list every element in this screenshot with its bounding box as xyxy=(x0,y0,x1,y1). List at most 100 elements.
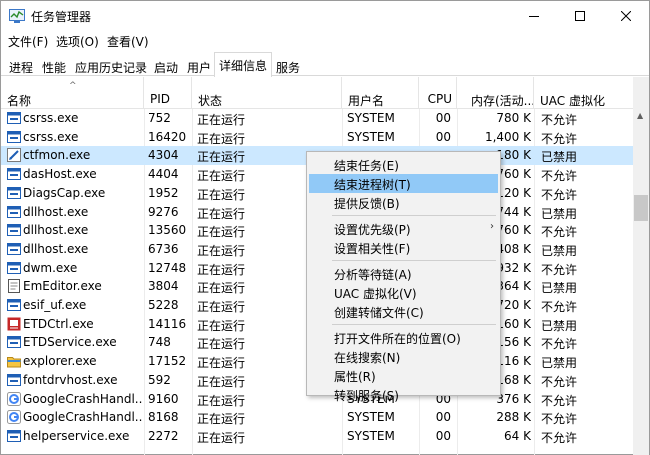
process-pid: 1952 xyxy=(148,185,179,200)
service-icon xyxy=(7,186,21,199)
column-header-name-label: 名称 xyxy=(7,94,32,108)
process-name: esif_uf.exe xyxy=(23,298,87,312)
process-user: SYSTEM xyxy=(347,129,395,144)
tab-processes[interactable]: 进程 xyxy=(4,55,38,76)
column-header-status[interactable]: 状态 xyxy=(192,77,342,109)
process-uac: 不允许 xyxy=(541,131,578,146)
table-header: 名称 ^ PID 状态 用户名 CPU 内存(活动... UAC 虚拟化 xyxy=(1,77,633,109)
process-pid: 752 xyxy=(148,111,171,125)
scroll-up-icon[interactable]: ▲ xyxy=(637,111,643,120)
context-menu-item-label: UAC 虚拟化(V) xyxy=(334,287,417,301)
service-icon xyxy=(7,336,21,349)
process-pid: 4304 xyxy=(148,148,179,163)
process-uac: 不允许 xyxy=(541,225,578,240)
context-menu-item[interactable]: 转到服务(S) xyxy=(309,385,498,404)
process-user: SYSTEM xyxy=(347,428,395,443)
context-menu-item[interactable]: 分析等待链(A) xyxy=(309,264,498,283)
table-row[interactable]: csrss.exe 752 正在运行 SYSTEM 00 780 K 不允许 xyxy=(1,109,633,128)
context-menu-item[interactable]: 属性(R) xyxy=(309,366,498,385)
column-header-memory[interactable]: 内存(活动... xyxy=(457,77,534,109)
service-icon xyxy=(7,242,21,255)
context-menu-item-label: 设置优先级(P) xyxy=(334,223,411,237)
process-memory: 288 K xyxy=(496,410,531,425)
scroll-thumb[interactable] xyxy=(634,195,648,221)
context-menu-item[interactable]: 在线搜索(N) xyxy=(309,347,498,366)
context-menu-item[interactable]: 结束任务(E) xyxy=(309,155,498,174)
menu-separator xyxy=(332,260,496,261)
process-name: dwm.exe xyxy=(23,260,78,275)
tab-details[interactable]: 详细信息 xyxy=(214,52,273,77)
process-name: ctfmon.exe xyxy=(23,148,91,163)
context-menu-item[interactable]: 提供反馈(B) xyxy=(309,193,498,212)
context-menu-item-label: 提供反馈(B) xyxy=(334,197,400,211)
tab-performance[interactable]: 性能 xyxy=(37,55,71,76)
menu-file[interactable]: 文件(F) xyxy=(8,33,48,50)
process-name: ETDService.exe xyxy=(23,335,117,350)
context-menu-item[interactable]: UAC 虚拟化(V) xyxy=(309,283,498,302)
process-uac: 不允许 xyxy=(541,430,578,445)
process-name: csrss.exe xyxy=(23,129,79,144)
context-menu-item-label: 结束任务(E) xyxy=(334,159,399,173)
process-uac: 不允许 xyxy=(541,393,578,408)
process-status: 正在运行 xyxy=(197,412,246,427)
column-header-name[interactable]: 名称 ^ xyxy=(1,77,144,109)
process-cpu: 00 xyxy=(435,129,451,144)
process-pid: 9276 xyxy=(148,204,179,219)
process-pid: 16420 xyxy=(148,129,187,144)
close-icon xyxy=(621,11,631,21)
column-header-cpu[interactable]: CPU xyxy=(419,77,457,109)
folder-icon xyxy=(7,357,21,368)
tab-users[interactable]: 用户 xyxy=(182,55,216,76)
process-name: dllhost.exe xyxy=(23,223,89,238)
process-status: 正在运行 xyxy=(197,430,246,445)
document-icon xyxy=(8,279,20,294)
minimize-button[interactable] xyxy=(511,1,557,31)
column-header-user[interactable]: 用户名 xyxy=(342,77,419,109)
process-pid: 9160 xyxy=(148,391,179,406)
process-cpu: 00 xyxy=(435,410,451,425)
task-manager-icon xyxy=(9,9,25,23)
tab-startup[interactable]: 启动 xyxy=(149,55,183,76)
process-uac: 不允许 xyxy=(541,374,578,389)
table-row[interactable]: csrss.exe 16420 正在运行 SYSTEM 00 1,400 K 不允许 xyxy=(1,128,633,147)
title-bar[interactable]: 任务管理器 xyxy=(1,1,649,31)
touchpad-icon xyxy=(7,317,21,331)
process-name: dllhost.exe xyxy=(23,204,89,219)
minimize-icon xyxy=(529,16,539,17)
process-pid: 17152 xyxy=(148,354,187,369)
process-pid: 748 xyxy=(148,335,171,350)
process-cpu: 00 xyxy=(435,111,451,125)
service-icon xyxy=(7,373,21,386)
tab-app-history[interactable]: 应用历史记录 xyxy=(70,55,152,76)
close-button[interactable] xyxy=(603,1,649,31)
column-header-uac[interactable]: UAC 虚拟化 xyxy=(534,77,633,109)
sort-up-icon: ^ xyxy=(69,81,77,91)
process-pid: 4404 xyxy=(148,167,179,182)
process-name: csrss.exe xyxy=(23,111,79,125)
process-name: fontdrvhost.exe xyxy=(23,372,118,387)
process-uac: 已禁用 xyxy=(541,281,578,296)
context-menu-item[interactable]: 设置优先级(P) › xyxy=(309,219,498,238)
vertical-scrollbar[interactable]: ▲ xyxy=(633,77,649,455)
service-icon xyxy=(7,168,21,181)
context-menu-item[interactable]: 设置相关性(F) xyxy=(309,238,498,257)
table-row[interactable]: helperservice.exe 2272 正在运行 SYSTEM 00 64 K 不允许 xyxy=(1,427,633,446)
service-icon xyxy=(7,429,21,442)
tab-services[interactable]: 服务 xyxy=(271,55,305,76)
column-header-pid[interactable]: PID xyxy=(144,77,192,109)
process-pid: 592 xyxy=(148,372,171,387)
context-menu-item-label: 创建转储文件(C) xyxy=(334,306,424,320)
menu-separator xyxy=(332,215,496,216)
process-cpu: 00 xyxy=(435,428,451,443)
process-uac: 已禁用 xyxy=(541,206,578,221)
context-menu-item[interactable]: 打开文件所在的位置(O) xyxy=(309,328,498,347)
context-menu-item[interactable]: 创建转储文件(C) xyxy=(309,302,498,321)
context-menu-item[interactable]: 结束进程树(T) xyxy=(309,174,498,193)
table-row[interactable]: GoogleCrashHandl... 8168 正在运行 SYSTEM 00 288 K… xyxy=(1,408,633,427)
menu-view[interactable]: 查看(V) xyxy=(107,33,149,50)
process-name: helperservice.exe xyxy=(23,428,130,443)
service-icon xyxy=(7,261,21,274)
menu-options[interactable]: 选项(O) xyxy=(56,33,99,50)
maximize-button[interactable] xyxy=(557,1,603,31)
process-user: SYSTEM xyxy=(347,410,395,425)
